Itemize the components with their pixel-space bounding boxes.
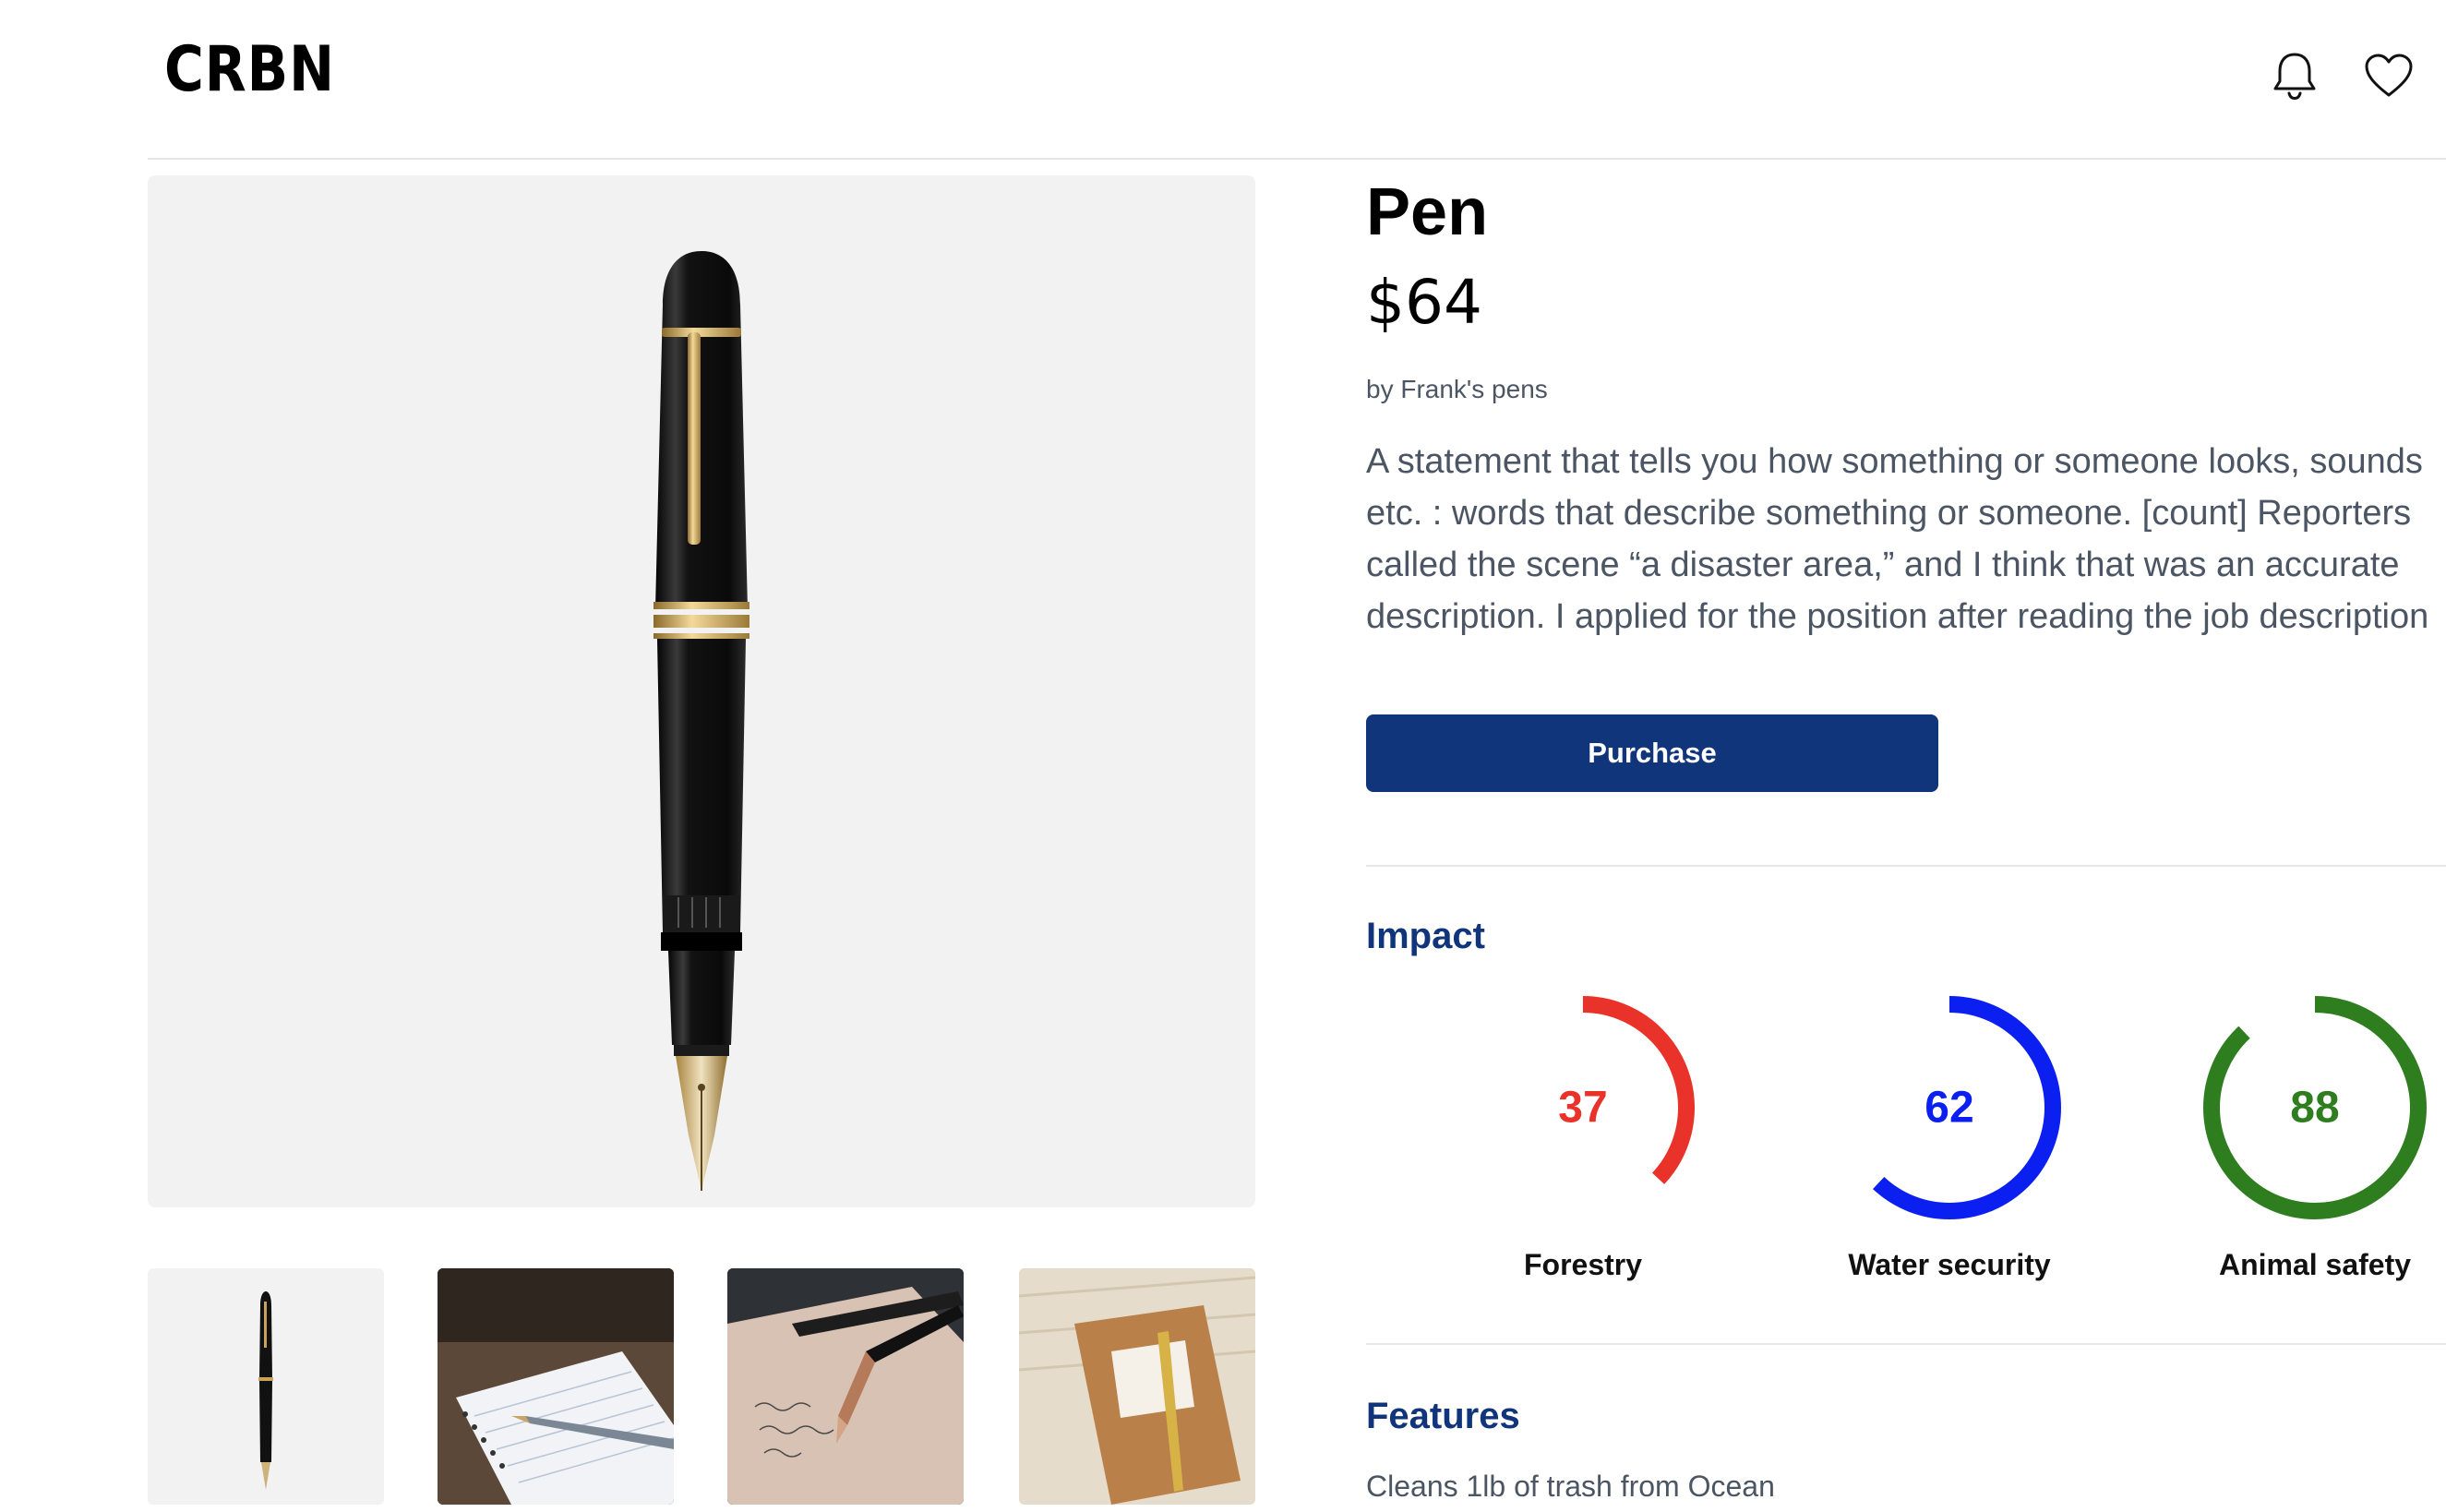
gauge-water-security: 62 Water security (1825, 988, 2074, 1282)
thumbnail-gallery (148, 1268, 1255, 1505)
impact-gauges: 37 Forestry 62 Water security 88 Animal … (1366, 988, 2446, 1302)
thumbnail-pen-on-letter[interactable] (727, 1268, 964, 1505)
bell-icon[interactable] (2267, 48, 2322, 103)
thumbnail-pen-product[interactable] (148, 1268, 384, 1505)
water-security-gauge-ring: 62 (1838, 996, 2061, 1219)
feature-item: Cleans 1lb of trash from Ocean (1366, 1470, 1775, 1503)
gauge-forestry: 37 Forestry (1458, 988, 1708, 1282)
product-title: Pen (1366, 175, 1489, 249)
description-line: A statement that tells you how something… (1366, 442, 2423, 481)
animal-safety-value: 88 (2290, 1084, 2339, 1133)
header-divider (148, 158, 2446, 160)
brand-logo[interactable]: CRBN (164, 39, 335, 102)
water-security-label: Water security (1848, 1248, 2051, 1281)
heart-icon[interactable] (2361, 48, 2416, 103)
forestry-gauge-ring: 37 (1471, 996, 1695, 1219)
product-seller[interactable]: by Frank's pens (1366, 374, 1548, 405)
thumbnail-gold-pen-on-leather[interactable] (1019, 1268, 1255, 1505)
thumbnail-pen-on-notebook[interactable] (438, 1268, 674, 1505)
forestry-value: 37 (1558, 1084, 1607, 1133)
water-security-value: 62 (1924, 1084, 1973, 1133)
header-actions (2267, 48, 2416, 103)
product-description: A statement that tells you how something… (1366, 436, 2446, 642)
animal-safety-gauge-ring: 88 (2203, 996, 2427, 1219)
impact-section-title: Impact (1366, 916, 1485, 956)
forestry-label: Forestry (1523, 1248, 1643, 1281)
features-section-title: Features (1366, 1396, 1520, 1436)
section-divider (1366, 865, 2446, 867)
section-divider (1366, 1343, 2446, 1345)
description-line: description. I applied for the position … (1366, 597, 2429, 636)
gauge-animal-safety: 88 Animal safety (2190, 988, 2440, 1282)
main-product-image (148, 175, 1255, 1207)
description-line: etc. : words that describe something or … (1366, 494, 2412, 533)
purchase-button[interactable]: Purchase (1366, 714, 1938, 792)
product-price: $64 (1366, 267, 1482, 338)
description-line: called the scene “a disaster area,” and … (1366, 546, 2400, 584)
animal-safety-label: Animal safety (2218, 1248, 2412, 1281)
